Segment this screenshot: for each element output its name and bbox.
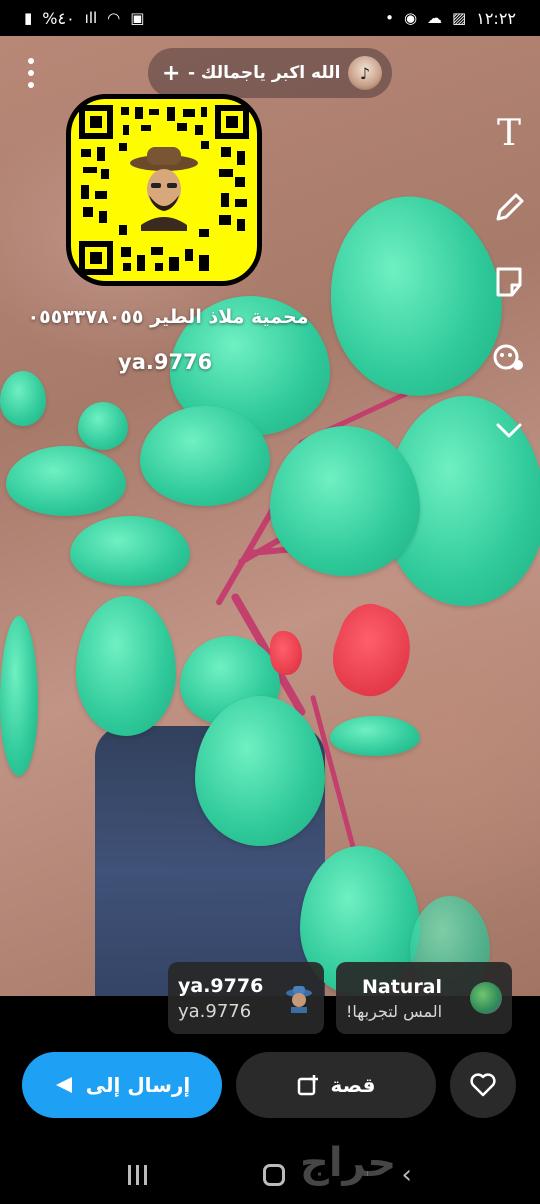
sticker-icon	[496, 267, 522, 297]
app-icon: ◉	[403, 9, 418, 27]
dot-icon: •	[385, 9, 394, 27]
sound-artwork: ♪	[347, 56, 382, 90]
watermark: حراج	[300, 1140, 397, 1186]
snapcode[interactable]	[66, 94, 262, 286]
draw-tool-button[interactable]	[486, 186, 532, 230]
story-label: قصة	[330, 1073, 376, 1097]
sound-pill[interactable]: + الله اكبر ياجمالك - ♪	[148, 48, 392, 98]
leaf	[70, 516, 190, 586]
heart-icon	[470, 1073, 496, 1097]
caption-username[interactable]: ya.9776	[118, 350, 212, 374]
text-tool-icon: T	[496, 113, 521, 154]
more-options-button[interactable]	[18, 58, 44, 88]
bitmoji-avatar	[284, 983, 314, 1013]
battery-percent: %٤٠	[42, 8, 75, 28]
wifi-icon: ◠	[107, 9, 121, 27]
lens-subtitle: المس لتجربها!	[346, 1001, 443, 1021]
scissors-emoji-icon	[493, 344, 523, 370]
send-arrow-icon	[55, 1077, 72, 1093]
creator-title: ya.9776	[178, 974, 264, 997]
cloud-icon: ☁	[427, 9, 443, 27]
add-story-icon	[297, 1075, 318, 1096]
story-button[interactable]: قصة	[236, 1052, 436, 1118]
leaf	[0, 371, 46, 426]
creator-subtitle: ya.9776	[178, 1000, 252, 1022]
creative-tools-button[interactable]	[486, 334, 532, 378]
status-bar: ▮ %٤٠ ıll ◠ ▣ • ◉ ☁ ▨ ١٢:٢٢	[0, 0, 540, 36]
chevron-down-icon	[496, 423, 522, 438]
send-to-label: إرسال إلى	[85, 1073, 191, 1097]
notification-icon: ▣	[130, 9, 145, 27]
pencil-icon	[496, 193, 524, 221]
leaf	[195, 696, 325, 846]
leaf	[0, 616, 38, 776]
lens-icon	[470, 982, 502, 1014]
system-nav-bar: ‹	[0, 1146, 540, 1204]
signal-icon: ıll	[84, 9, 98, 27]
lens-card[interactable]: Natural المس لتجربها!	[336, 962, 512, 1034]
sticker-tool-button[interactable]	[486, 260, 532, 304]
text-tool-button[interactable]: T	[486, 112, 532, 156]
leaf	[78, 402, 128, 450]
bottom-panel: ya.9776 ya.9776 Natural المس لتجربها! إر…	[0, 962, 540, 1146]
add-sound-button[interactable]: +	[162, 61, 180, 86]
caption-text[interactable]: محمية ملاذ الطير ٠٥٥٣٣٧٨٠٥٥	[18, 306, 318, 328]
snapcode-pattern	[79, 105, 249, 275]
clock: ١٢:٢٢	[476, 8, 516, 28]
sound-title: الله اكبر ياجمالك -	[187, 63, 341, 83]
back-button[interactable]: ‹	[401, 1160, 411, 1190]
leaf	[76, 596, 176, 736]
expand-tools-button[interactable]	[486, 408, 532, 452]
home-button[interactable]	[263, 1164, 286, 1186]
recent-apps-button[interactable]	[128, 1165, 148, 1185]
leaf	[330, 716, 420, 756]
leaf	[6, 446, 126, 516]
gallery-icon: ▨	[452, 9, 467, 27]
red-flower	[321, 595, 424, 707]
creator-card[interactable]: ya.9776 ya.9776	[168, 962, 324, 1034]
red-flower	[270, 631, 302, 675]
battery-icon: ▮	[24, 9, 33, 27]
send-to-button[interactable]: إرسال إلى	[22, 1052, 222, 1118]
lens-title: Natural	[361, 975, 443, 998]
favorite-button[interactable]	[450, 1052, 516, 1118]
leaf	[140, 406, 270, 506]
